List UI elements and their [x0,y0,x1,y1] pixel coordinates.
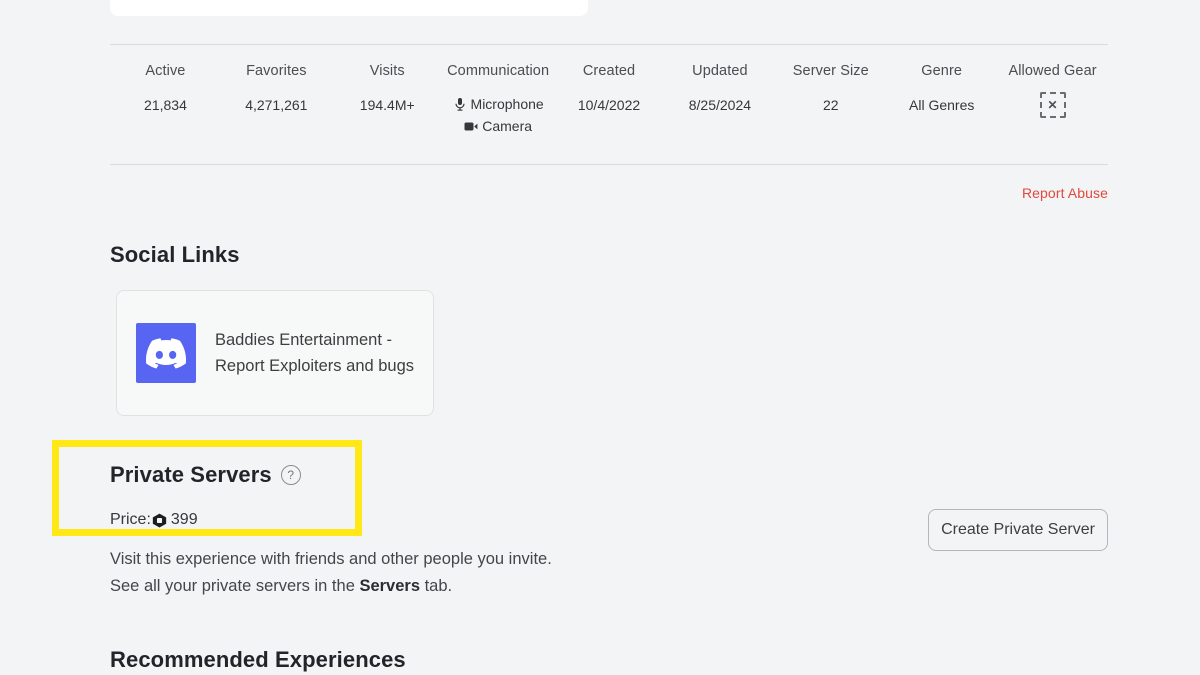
recommended-experiences-title: Recommended Experiences [110,647,406,672]
stat-value: 194.4M+ [359,97,415,113]
price-label: Price: [110,511,151,528]
stat-label: Allowed Gear [1008,63,1097,79]
help-glyph: ? [287,468,295,482]
robux-icon [152,513,167,528]
discord-icon [136,323,196,383]
private-servers-heading: Private Servers ? [110,462,301,488]
no-gear-icon: ✕ [1039,92,1066,118]
microphone-icon [453,97,467,112]
stat-communication: Communication Microphone Camera [443,46,554,136]
report-abuse-link[interactable]: Report Abuse [1022,185,1108,201]
stat-favorites: Favorites 4,271,261 [221,46,332,115]
communication-camera-label: Camera [482,118,533,134]
servers-tab-ref: Servers [359,577,421,595]
stat-visits: Visits 194.4M+ [332,46,443,115]
stat-genre: Genre All Genres [886,46,997,115]
stats-divider-bottom [110,164,1108,165]
stat-value: ✕ [997,92,1108,118]
stat-value: 21,834 [144,97,187,113]
stat-label: Genre [921,63,963,79]
stat-value: 4,271,261 [245,97,308,113]
stat-label: Communication [447,63,550,79]
stat-server-size: Server Size 22 [775,46,886,115]
price-value: 399 [170,511,198,528]
camera-icon [464,119,478,134]
experience-stats-table: Active 21,834 Favorites 4,271,261 Visits… [110,46,1108,136]
social-link-label: Baddies Entertainment - Report Exploiter… [215,331,415,375]
stat-created: Created 10/4/2022 [554,46,665,115]
description-line-1: Visit this experience with friends and o… [110,550,552,568]
stat-value: 8/25/2024 [688,97,752,113]
stat-label: Visits [369,63,405,79]
private-servers-title: Private Servers [110,462,272,487]
stat-label: Favorites [246,63,307,79]
help-circle-icon[interactable]: ? [280,465,301,485]
communication-camera: Camera [443,116,554,136]
experience-description-card [110,0,588,16]
stat-label: Created [582,63,636,79]
stats-divider-top [110,44,1108,45]
stat-label: Active [145,63,186,79]
communication-microphone: Microphone [443,94,554,114]
stat-updated: Updated 8/25/2024 [664,46,775,115]
social-links-title: Social Links [110,242,240,267]
social-link-card-discord[interactable]: Baddies Entertainment - Report Exploiter… [116,290,434,416]
description-line-2-after: tab. [420,577,453,595]
stat-active: Active 21,834 [110,46,221,115]
private-servers-description: Visit this experience with friends and o… [110,546,730,600]
stat-value: 10/4/2022 [577,97,641,113]
stat-value: All Genres [909,97,975,113]
communication-microphone-label: Microphone [470,96,544,112]
create-private-server-button[interactable]: Create Private Server [928,509,1108,551]
stat-value: Microphone Camera [443,94,554,136]
no-gear-glyph: ✕ [1047,98,1058,112]
stat-label: Server Size [792,63,869,79]
private-servers-highlight [52,440,362,536]
stat-allowed-gear: Allowed Gear ✕ [997,46,1108,118]
private-server-price: Price: 399 [110,509,198,531]
stat-value: 22 [823,97,839,113]
stat-label: Updated [692,63,748,79]
description-line-2-before: See all your private servers in the [110,577,360,595]
description-line-2: See all your private servers in the Serv… [110,573,730,600]
